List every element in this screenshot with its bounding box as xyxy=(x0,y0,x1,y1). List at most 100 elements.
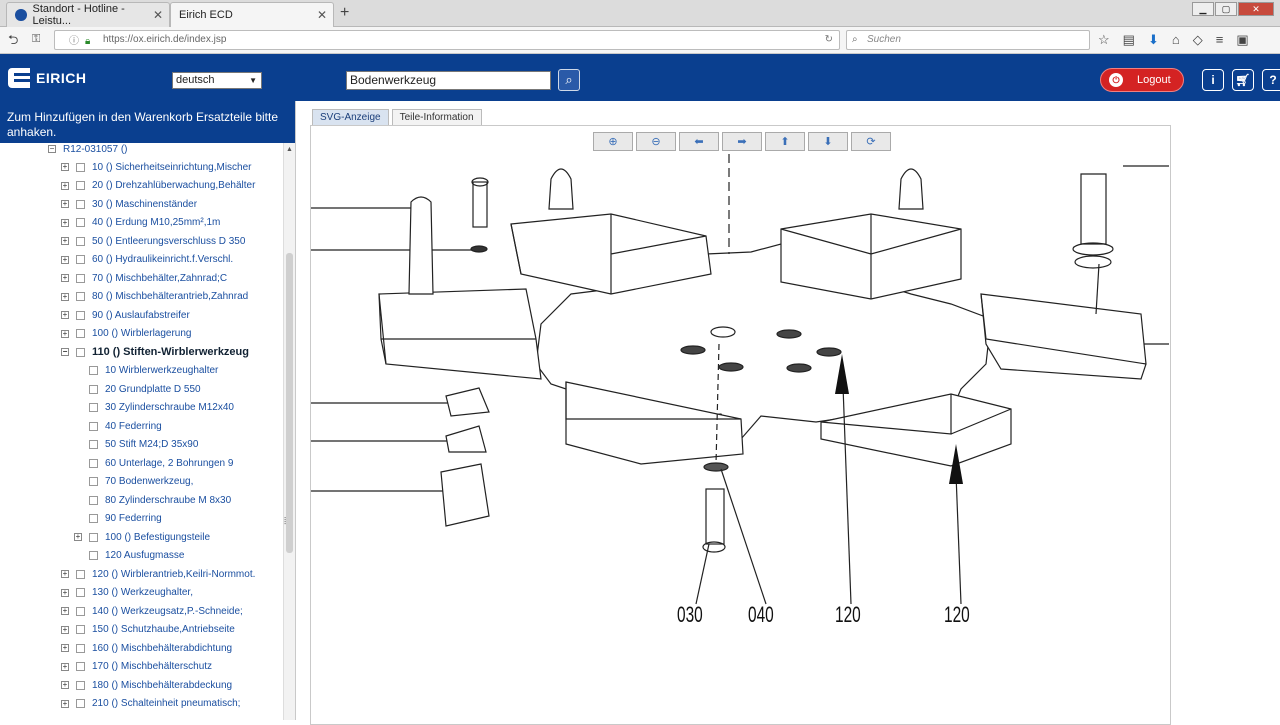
cart-checkbox[interactable] xyxy=(76,236,85,246)
cart-checkbox[interactable] xyxy=(76,273,85,283)
tree-item[interactable]: +60 () Hydraulikeinricht.f.Verschl. xyxy=(61,252,233,268)
back-icon[interactable]: ⮌ xyxy=(8,31,18,53)
tree-scrollbar[interactable]: ▲ xyxy=(283,143,295,720)
tree-item[interactable]: − 110 () Stiften-Wirblerwerkzeug xyxy=(61,344,249,360)
cart-checkbox[interactable] xyxy=(89,532,98,542)
cart-checkbox[interactable] xyxy=(89,403,98,412)
maximize-icon[interactable]: ▢ xyxy=(1215,2,1237,16)
arrow-down-icon[interactable]: ⬇ xyxy=(808,132,848,151)
expand-icon[interactable]: + xyxy=(61,588,69,597)
minimize-icon[interactable]: ▁ xyxy=(1192,2,1214,16)
expand-icon[interactable]: + xyxy=(61,311,69,319)
tree-item[interactable]: 60 Unterlage, 2 Bohrungen 9 xyxy=(74,455,233,471)
close-tab-icon[interactable]: ✕ xyxy=(317,8,327,22)
cart-checkbox[interactable] xyxy=(76,218,85,227)
expand-icon[interactable]: + xyxy=(61,181,69,190)
tree-item[interactable]: +120 () Wirblerantrieb,Keilri-Normmot. xyxy=(61,566,255,582)
tree-item[interactable]: +170 () Mischbehälterschutz xyxy=(61,659,212,675)
zoom-in-icon[interactable]: ⊕ xyxy=(593,132,633,151)
download-icon[interactable]: ⬇ xyxy=(1148,32,1159,48)
part-search-input[interactable]: Bodenwerkzeug xyxy=(346,71,551,90)
expand-icon[interactable]: + xyxy=(61,237,69,245)
close-tab-icon[interactable]: ✕ xyxy=(153,8,163,22)
expand-icon[interactable]: + xyxy=(61,163,69,171)
tree-item[interactable]: +150 () Schutzhaube,Antriebseite xyxy=(61,622,235,638)
cart-checkbox[interactable] xyxy=(76,699,85,708)
scrollbar-thumb[interactable] xyxy=(286,253,293,553)
cart-checkbox[interactable] xyxy=(76,569,85,579)
expand-icon[interactable]: + xyxy=(61,644,69,652)
cart-checkbox[interactable] xyxy=(89,551,98,560)
arrow-right-icon[interactable]: ➡ xyxy=(722,132,762,151)
tree-item[interactable]: +160 () Mischbehälterabdichtung xyxy=(61,640,232,656)
splitter-grip-icon[interactable]: ⦙ xyxy=(284,516,286,527)
logout-button[interactable]: ⏻ Logout xyxy=(1100,68,1184,92)
tree-item[interactable]: 10 Wirblerwerkzeughalter xyxy=(74,363,218,379)
home-icon[interactable]: ⌂ xyxy=(1172,32,1180,48)
cart-checkbox[interactable] xyxy=(76,643,85,653)
cart-icon[interactable]: 🛒︎ xyxy=(1232,69,1254,91)
technical-drawing[interactable]: 030 040 120 120 xyxy=(311,154,1169,720)
tree-item[interactable]: 50 Stift M24;D 35x90 xyxy=(74,437,198,453)
cart-checkbox[interactable] xyxy=(89,458,98,468)
cart-checkbox[interactable] xyxy=(89,366,98,375)
tree-item[interactable]: +100 () Wirblerlagerung xyxy=(61,326,192,342)
collapse-icon[interactable]: − xyxy=(61,348,69,356)
info-icon[interactable]: ⓘ xyxy=(69,33,79,51)
callout-label[interactable]: 120 xyxy=(835,602,861,628)
cart-checkbox[interactable] xyxy=(76,181,85,190)
tree-item[interactable]: 70 Bodenwerkzeug, xyxy=(74,474,193,490)
expand-icon[interactable]: + xyxy=(61,292,69,301)
cart-checkbox[interactable] xyxy=(76,292,85,301)
callout-label[interactable]: 040 xyxy=(748,602,774,628)
scroll-up-icon[interactable]: ▲ xyxy=(286,146,293,153)
cart-checkbox[interactable] xyxy=(76,199,85,209)
cart-checkbox[interactable] xyxy=(89,477,98,486)
tree-root[interactable]: − R12-031057 () xyxy=(48,143,127,157)
refresh-icon[interactable]: ⟳ xyxy=(851,132,891,151)
cart-checkbox[interactable] xyxy=(76,662,85,671)
browser-tab-eirich[interactable]: Eirich ECD ✕ xyxy=(170,2,334,27)
tree-item[interactable]: 30 Zylinderschraube M12x40 xyxy=(74,400,234,416)
url-bar[interactable]: ⓘ 🔒︎ https://ox.eirich.de/index.jsp ↻ xyxy=(54,30,840,50)
cart-checkbox[interactable] xyxy=(76,588,85,597)
tree-item[interactable]: +100 () Befestigungsteile xyxy=(74,529,210,545)
tree-item[interactable]: +90 () Auslaufabstreifer xyxy=(61,307,190,323)
language-select[interactable]: deutsch ▼ xyxy=(172,72,262,89)
tree-item[interactable]: +130 () Werkzeughalter, xyxy=(61,585,193,601)
tree-item[interactable]: 120 Ausfugmasse xyxy=(74,548,185,564)
cart-checkbox[interactable] xyxy=(76,162,85,172)
extension-icon[interactable]: ▣ xyxy=(1236,32,1248,48)
cart-checkbox[interactable] xyxy=(89,421,98,431)
expand-icon[interactable]: + xyxy=(61,625,69,634)
browser-search-field[interactable]: ⌕ Suchen xyxy=(846,30,1090,50)
tree-item[interactable]: +210 () Schalteinheit pneumatisch; xyxy=(61,696,240,712)
callout-label[interactable]: 030 xyxy=(677,602,703,628)
tree-item[interactable]: 20 Grundplatte D 550 xyxy=(74,381,201,397)
cart-checkbox[interactable] xyxy=(76,680,85,690)
expand-icon[interactable]: + xyxy=(61,607,69,615)
tree-item[interactable]: +80 () Mischbehälterantrieb,Zahnrad xyxy=(61,289,248,305)
tree-item[interactable]: +40 () Erdung M10,25mm²,1m xyxy=(61,215,220,231)
tools-icon[interactable]: ⚿ xyxy=(32,33,40,46)
cart-checkbox[interactable] xyxy=(76,625,85,634)
expand-icon[interactable]: + xyxy=(61,255,69,264)
expand-icon[interactable]: + xyxy=(61,274,69,282)
cart-checkbox[interactable] xyxy=(76,310,85,320)
cart-checkbox[interactable] xyxy=(89,514,98,523)
expand-icon[interactable]: + xyxy=(61,681,69,689)
search-button[interactable]: ⌕ xyxy=(558,69,580,91)
zoom-out-icon[interactable]: ⊖ xyxy=(636,132,676,151)
window-close-icon[interactable]: ✕ xyxy=(1238,2,1274,16)
new-tab-icon[interactable]: + xyxy=(340,4,349,22)
tree-item[interactable]: +20 () Drehzahlüberwachung,Behälter xyxy=(61,178,255,194)
reload-icon[interactable]: ↻ xyxy=(825,31,833,49)
cart-checkbox[interactable] xyxy=(76,329,85,338)
tree-item[interactable]: 80 Zylinderschraube M 8x30 xyxy=(74,492,231,508)
browser-tab-standort[interactable]: Standort - Hotline - Leistu... ✕ xyxy=(6,2,170,27)
tree-item[interactable]: +180 () Mischbehälterabdeckung xyxy=(61,677,232,693)
reading-list-icon[interactable]: ▤ xyxy=(1123,32,1135,48)
expand-icon[interactable]: + xyxy=(61,329,69,338)
tree-item[interactable]: +30 () Maschinenständer xyxy=(61,196,197,212)
panel-splitter[interactable]: ⦙ xyxy=(284,101,310,720)
